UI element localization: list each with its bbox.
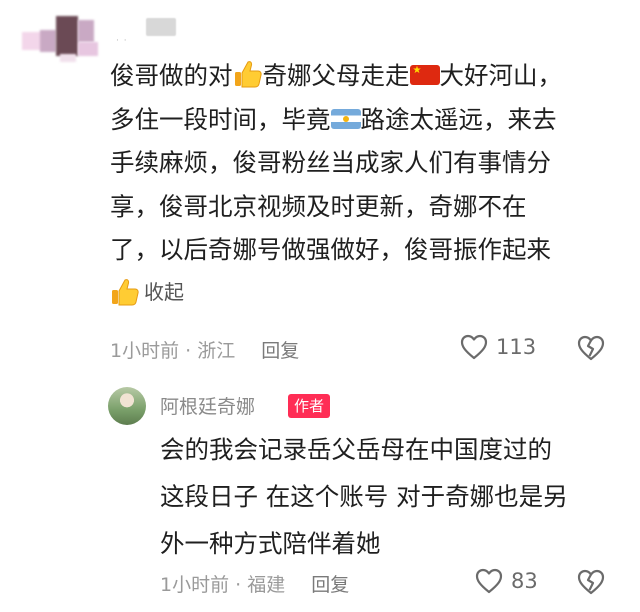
author-name[interactable]: 阿根廷奇娜: [160, 392, 255, 419]
thumbs-up-emoji-icon: [110, 277, 140, 307]
comment-line-1: 俊哥做的对 奇娜父母走走 ★ 大好河山，: [110, 59, 562, 90]
commenter-name-blurred[interactable]: [146, 18, 176, 36]
comment-line-4: 享，俊哥北京视频及时更新，奇娜不在: [110, 191, 527, 221]
broken-heart-icon[interactable]: [577, 569, 605, 595]
reply-line-1: 会的我会记录岳父岳母在中国度过的: [160, 435, 552, 464]
thumbs-up-emoji-icon: [233, 59, 263, 89]
comment-location: 浙江: [197, 340, 236, 362]
commenter-avatar-blurred[interactable]: [22, 10, 104, 62]
reply-location: 福建: [247, 574, 286, 596]
reply-button[interactable]: 回复: [311, 574, 349, 596]
reply-line-2: 这段日子 在这个账号 对于奇娜也是另: [160, 482, 568, 511]
like-group: 113: [460, 334, 536, 360]
argentina-flag-emoji-icon: [330, 108, 361, 129]
comment-time: 1小时前: [110, 340, 180, 362]
comment-line-3: 手续麻烦，俊哥粉丝当成家人们有事情分: [110, 148, 551, 177]
like-count: 113: [496, 335, 537, 359]
comment-text: 俊哥做的对 奇娜父母走走 ★ 大好河山， 多住一段时间，毕竟 路途太遥远，来去 手续麻烦…: [110, 54, 620, 315]
reply-line-3: 外一种方式陪伴着她: [160, 529, 381, 558]
author-avatar[interactable]: [108, 387, 146, 425]
comment-line-5: 了，以后奇娜号做强做好，俊哥振作起来: [110, 235, 551, 264]
comment-meta: 1小时前 · 浙江 回复: [110, 340, 300, 362]
reply-like-count: 83: [511, 569, 538, 593]
reply-like-group: 83: [475, 568, 538, 594]
commenter-name-dots: · ·: [116, 36, 128, 46]
reply-text: 会的我会记录岳父岳母在中国度过的 这段日子 在这个账号 对于奇娜也是另 外一种方…: [160, 426, 620, 567]
author-badge: 作者: [288, 394, 331, 418]
collapse-link[interactable]: 收起: [144, 271, 184, 315]
comment-line-6: 收起: [110, 272, 620, 316]
reply-button[interactable]: 回复: [261, 340, 299, 362]
reply-time: 1小时前: [160, 574, 230, 596]
comment-line-2: 多住一段时间，毕竟 路途太遥远，来去: [110, 104, 557, 134]
heart-outline-icon[interactable]: [460, 334, 488, 360]
china-flag-emoji-icon: ★: [409, 65, 440, 85]
heart-outline-icon[interactable]: [475, 568, 503, 594]
broken-heart-icon[interactable]: [577, 335, 605, 361]
reply-meta: 1小时前 · 福建 回复: [160, 574, 350, 596]
